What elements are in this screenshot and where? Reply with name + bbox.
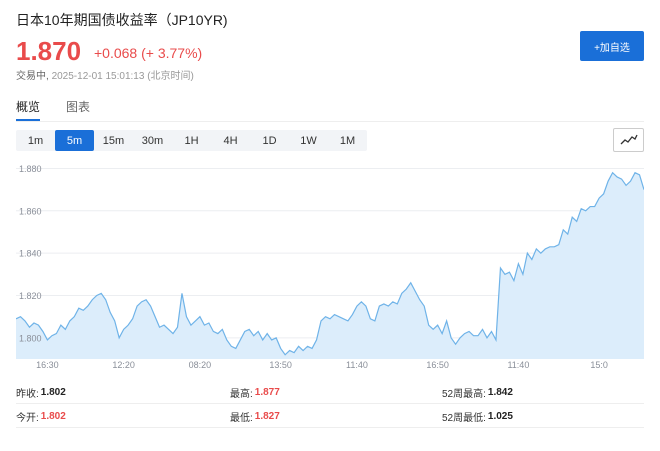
timestamp: 2025-12-01 15:01:13 (北京时间): [51, 71, 194, 82]
stat-open: 今开: 1.802: [16, 404, 66, 428]
x-tick-label: 13:50: [269, 360, 292, 370]
x-tick-label: 11:40: [346, 360, 368, 370]
x-tick-label: 16:30: [36, 360, 59, 370]
stat-52w-high: 52周最高: 1.842: [442, 380, 513, 404]
stat-label: 今开:: [16, 412, 39, 424]
y-tick-label: 1.880: [19, 164, 42, 174]
stat-high: 最高: 1.877: [230, 380, 280, 404]
x-tick-label: 08:20: [189, 360, 212, 370]
current-price: 1.870: [16, 36, 82, 66]
stat-label: 昨收:: [16, 388, 39, 400]
add-watchlist-button[interactable]: +加自选: [580, 31, 644, 61]
stats-row: 昨收: 1.802 最高: 1.877 52周最高: 1.842: [16, 380, 644, 404]
series-area: [16, 172, 644, 359]
chart-type-button[interactable]: [613, 128, 644, 152]
tab-divider: [16, 121, 644, 122]
stat-label: 最低:: [230, 412, 253, 424]
period-30m[interactable]: 30m: [133, 130, 172, 151]
y-tick-label: 1.800: [19, 333, 42, 343]
status-label: 交易中,: [16, 71, 49, 82]
stat-low: 最低: 1.827: [230, 404, 280, 428]
period-1h[interactable]: 1H: [172, 130, 211, 151]
y-tick-label: 1.820: [19, 291, 42, 301]
period-4h[interactable]: 4H: [211, 130, 250, 151]
add-watchlist-label: +加自选: [594, 42, 630, 54]
stat-label: 最高:: [230, 388, 253, 400]
stat-value: 1.842: [487, 386, 513, 398]
stat-label: 52周最高:: [442, 388, 486, 400]
stat-52w-low: 52周最低: 1.025: [442, 404, 513, 428]
stats-row: 今开: 1.802 最低: 1.827 52周最低: 1.025: [16, 404, 644, 428]
stat-value: 1.877: [254, 386, 280, 398]
period-1m[interactable]: 1m: [16, 130, 55, 151]
tab-bar: 概览 图表: [16, 98, 116, 121]
tab-overview[interactable]: 概览: [16, 98, 41, 121]
period-15m[interactable]: 15m: [94, 130, 133, 151]
period-5m[interactable]: 5m: [55, 130, 94, 151]
stat-label: 52周最低:: [442, 412, 486, 424]
price-chart: 1.880 1.860 1.840 1.820 1.800 16:30 12:20 08:20…: [16, 164, 644, 370]
x-tick-label: 12:20: [112, 360, 135, 370]
stat-value: 1.827: [254, 410, 280, 422]
stat-value: 1.025: [487, 410, 513, 422]
period-selector: 1m 5m 15m 30m 1H 4H 1D 1W 1M: [16, 130, 367, 151]
page-title: 日本10年期国债收益率（JP10YR): [16, 12, 228, 28]
price-change: +0.068 (+ 3.77%): [94, 45, 203, 61]
y-tick-label: 1.860: [19, 206, 42, 216]
stat-prev-close: 昨收: 1.802: [16, 380, 66, 404]
x-tick-label: 15:0: [590, 360, 608, 370]
y-tick-label: 1.840: [19, 249, 42, 259]
stats-table: 昨收: 1.802 最高: 1.877 52周最高: 1.842 今开: 1.8…: [16, 380, 644, 428]
tab-chart[interactable]: 图表: [66, 98, 90, 121]
period-1d[interactable]: 1D: [250, 130, 289, 151]
x-tick-label: 16:50: [426, 360, 449, 370]
period-1w[interactable]: 1W: [289, 130, 328, 151]
trade-status: 交易中, 2025-12-01 15:01:13 (北京时间): [16, 67, 194, 82]
x-tick-label: 11:40: [507, 360, 529, 370]
period-1mo[interactable]: 1M: [328, 130, 367, 151]
stat-value: 1.802: [40, 386, 66, 398]
line-chart-icon: [620, 134, 638, 145]
stat-value: 1.802: [40, 410, 66, 422]
